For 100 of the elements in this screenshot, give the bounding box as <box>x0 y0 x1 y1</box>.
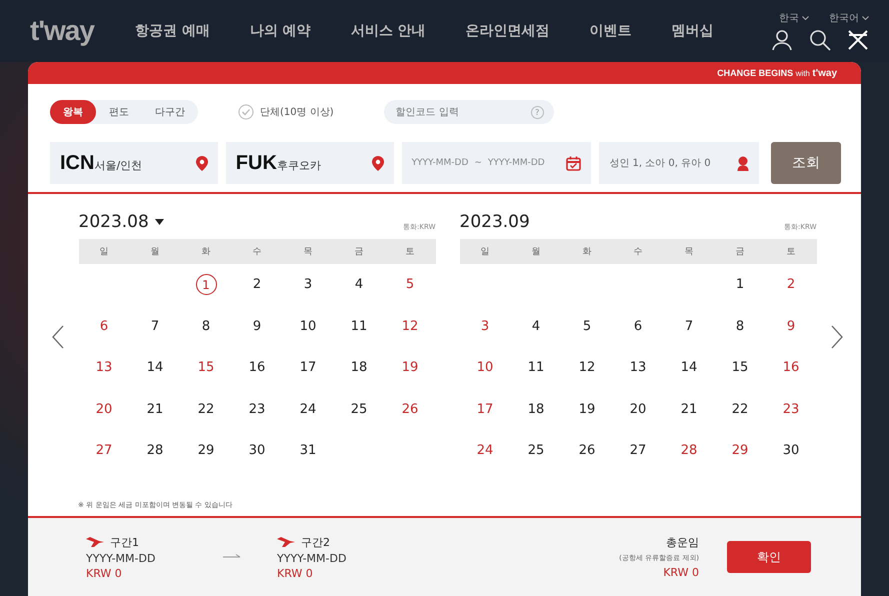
calendar-date[interactable]: 19 <box>578 402 596 417</box>
month-title: 2023.08 <box>78 212 149 232</box>
calendar-date[interactable]: 17 <box>476 402 494 417</box>
passenger-field[interactable]: 성인 1, 소아 0, 유아 0 <box>599 142 760 184</box>
nav-link[interactable]: 이벤트 <box>590 22 632 40</box>
calendar-date[interactable]: 23 <box>248 402 266 417</box>
passenger-count: 성인 1, 소아 0, 유아 0 <box>609 157 711 170</box>
segment-date: YYYY-MM-DD <box>277 552 348 564</box>
plane-icon <box>277 537 295 547</box>
calendar-date[interactable]: 28 <box>680 443 698 458</box>
nav-link[interactable]: 온라인면세점 <box>466 22 550 40</box>
calendar-date[interactable]: 17 <box>300 360 316 376</box>
date-separator: ~ <box>474 158 482 168</box>
calendar-date[interactable]: 19 <box>402 360 418 376</box>
calendar-date[interactable]: 3 <box>304 277 312 292</box>
calendar-date[interactable]: 18 <box>528 402 544 417</box>
nav-link[interactable]: 서비스 안내 <box>350 22 426 40</box>
calendar-date[interactable]: 29 <box>198 443 214 458</box>
calendar-date[interactable]: 8 <box>736 318 744 334</box>
calendar-date[interactable]: 10 <box>300 318 316 334</box>
group-label: 단체(10명 이상) <box>260 106 334 119</box>
calendar-date[interactable]: 20 <box>630 402 646 417</box>
destination-field[interactable]: FUK후쿠오카 <box>226 142 394 184</box>
trip-type-tab[interactable]: 편도 <box>96 100 142 124</box>
calendar-date[interactable]: 25 <box>350 402 368 417</box>
calendar-date[interactable]: 2 <box>786 277 796 292</box>
calendar-date[interactable]: 18 <box>350 360 368 376</box>
calendar-date[interactable]: 30 <box>248 443 266 458</box>
calendar-date[interactable]: 6 <box>100 318 108 334</box>
calendar-date[interactable]: 8 <box>202 318 210 334</box>
calendar-date[interactable]: 5 <box>582 318 592 334</box>
plane-icon <box>86 537 104 547</box>
calendar-date[interactable]: 29 <box>732 443 748 458</box>
dropdown-caret-icon[interactable] <box>154 219 164 225</box>
segment-label: 구간2 <box>301 534 330 550</box>
close-icon[interactable] <box>847 29 869 51</box>
calendar-date[interactable]: 3 <box>480 318 490 334</box>
calendar-date[interactable]: 23 <box>782 402 800 417</box>
calendar-date[interactable]: 11 <box>350 318 368 334</box>
calendar-date[interactable]: 21 <box>146 402 164 417</box>
calendar-date[interactable]: 16 <box>782 360 800 376</box>
weekday-label: 토 <box>786 246 796 258</box>
calendar-date[interactable]: 30 <box>782 443 800 458</box>
search-icon[interactable] <box>809 29 831 51</box>
calendar-date[interactable]: 28 <box>146 443 164 458</box>
calendar-date[interactable]: 9 <box>786 318 796 334</box>
calendar-date[interactable]: 9 <box>252 318 262 334</box>
calendar-date[interactable]: 1 <box>736 277 744 292</box>
calendar-date[interactable]: 2 <box>252 277 262 292</box>
logo[interactable]: t'way <box>30 15 135 47</box>
nav-link[interactable]: 나의 예약 <box>250 22 311 40</box>
calendar-date[interactable]: 13 <box>630 360 646 376</box>
calendar-date[interactable]: 12 <box>578 360 596 376</box>
calendar-date[interactable]: 11 <box>528 360 544 376</box>
calendar-date[interactable]: 15 <box>198 360 214 376</box>
trip-type-tab[interactable]: 왕복 <box>50 100 96 124</box>
calendar-date[interactable]: 20 <box>96 402 112 417</box>
calendar-date[interactable]: 12 <box>402 318 418 334</box>
calendar-date[interactable]: 5 <box>406 277 414 292</box>
calendar-date[interactable]: 4 <box>532 318 540 334</box>
calendar-date[interactable]: 13 <box>96 360 112 376</box>
origin-field[interactable]: ICN서울/인천 <box>50 142 218 184</box>
nav-link[interactable]: 항공권 예매 <box>135 22 210 40</box>
arrow-icon <box>223 554 241 560</box>
calendar-date[interactable]: 31 <box>300 443 316 458</box>
calendar-date[interactable]: 7 <box>150 318 160 334</box>
calendar-date[interactable]: 4 <box>354 277 364 292</box>
calendar-date[interactable]: 24 <box>476 443 494 458</box>
calendar-date[interactable]: 25 <box>528 443 544 458</box>
calendar-date[interactable]: 21 <box>680 402 698 417</box>
today-date[interactable]: 1 <box>196 274 216 296</box>
calendar-date[interactable]: 24 <box>300 402 316 417</box>
confirm-button[interactable]: 확인 <box>727 541 811 573</box>
calendar-date[interactable]: 22 <box>198 402 214 417</box>
calendar-date[interactable]: 16 <box>248 360 266 376</box>
calendar-date[interactable]: 14 <box>146 360 164 376</box>
airport-code: ICN <box>60 152 94 174</box>
calendar-date[interactable]: 26 <box>402 402 418 417</box>
calendar-date[interactable]: 15 <box>732 360 748 376</box>
person-icon <box>737 156 750 170</box>
country-selector[interactable]: 한국 <box>779 11 809 25</box>
weekday-label: 금 <box>736 246 744 258</box>
calendar-date[interactable]: 6 <box>634 318 642 334</box>
weekday-label: 목 <box>684 246 694 258</box>
search-button[interactable]: 조회 <box>771 142 842 184</box>
total-fare-label: 총운임 <box>666 535 699 550</box>
calendar-date[interactable]: 10 <box>476 360 494 376</box>
city-name: 서울/인천 <box>94 158 142 172</box>
calendar-date[interactable]: 27 <box>630 443 646 458</box>
calendar-date[interactable]: 26 <box>578 443 596 458</box>
checkbox[interactable] <box>238 104 254 120</box>
user-icon[interactable] <box>771 29 793 51</box>
language-selector[interactable]: 한국어 <box>829 11 869 25</box>
location-pin-icon <box>372 156 384 170</box>
nav-link[interactable]: 멤버십 <box>672 22 714 40</box>
calendar-date[interactable]: 27 <box>96 443 112 458</box>
calendar-date[interactable]: 22 <box>732 402 748 417</box>
calendar-date[interactable]: 7 <box>684 318 694 334</box>
trip-type-tab[interactable]: 다구간 <box>142 100 198 124</box>
calendar-date[interactable]: 14 <box>680 360 698 376</box>
